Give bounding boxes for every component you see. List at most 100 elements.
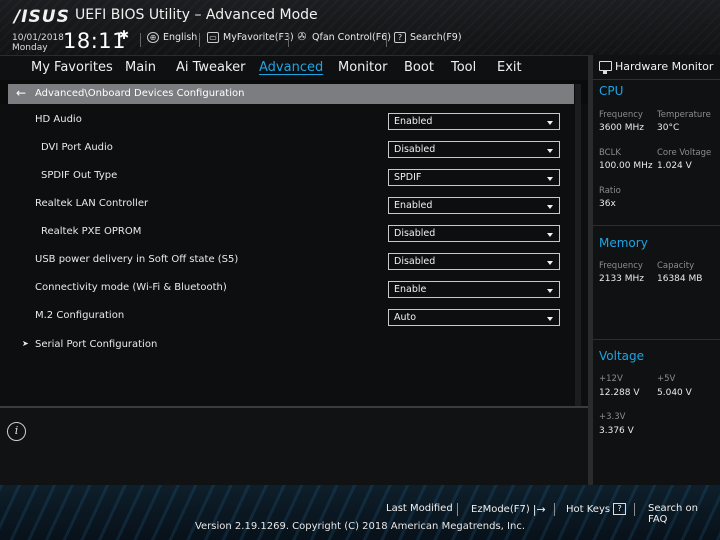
v12-label: +12V [599,374,623,384]
search-label: Search(F9) [410,32,462,43]
tab-boot[interactable]: Boot [404,60,434,75]
date-display: 10/01/2018 Monday [12,33,64,53]
myfavorite-button[interactable]: ▭ MyFavorite(F3) [207,32,294,43]
select-value: Auto [394,312,417,323]
m2-config-select[interactable]: Auto [388,309,560,326]
setting-label: HD Audio [35,114,82,125]
memory-heading: Memory [599,236,648,250]
info-icon: i [7,422,26,441]
top-bar: /ISUS UEFI BIOS Utility – Advanced Mode … [0,0,720,55]
exit-arrow-icon: |→ [532,503,546,516]
day-text: Monday [12,43,48,53]
select-value: SPDIF [394,172,422,183]
section-divider [593,339,720,340]
dropdown-caret-icon [547,317,553,321]
main-menu: My Favorites Main Ai Tweaker Advanced Mo… [0,55,588,80]
setting-row-dvi-port-audio: DVI Port Audio Disabled [0,137,588,161]
v33-value: 3.376 V [599,426,634,436]
v33-label: +3.3V [599,412,626,422]
tab-advanced[interactable]: Advanced [259,60,323,75]
ezmode-button[interactable]: EzMode(F7) |→ [471,503,546,516]
dropdown-caret-icon [547,261,553,265]
copyright-text: Version 2.19.1269. Copyright (C) 2018 Am… [194,521,526,532]
setting-row-realtek-lan: Realtek LAN Controller Enabled [0,193,588,217]
qfan-label: Qfan Control(F6) [312,32,391,43]
back-arrow-icon[interactable]: ← [16,86,26,100]
dropdown-caret-icon [547,205,553,209]
cpu-temperature-label: Temperature [657,110,711,120]
asus-logo: /ISUS [14,7,70,27]
help-panel: i [0,406,588,485]
memory-capacity-value: 16384 MB [657,274,703,284]
realtek-pxe-select[interactable]: Disabled [388,225,560,242]
breadcrumb[interactable]: ← Advanced\Onboard Devices Configuration [8,84,574,104]
ezmode-label: EzMode(F7) [471,504,530,515]
ratio-label: Ratio [599,186,621,196]
hd-audio-select[interactable]: Enabled [388,113,560,130]
bclk-label: BCLK [599,148,621,158]
core-voltage-label: Core Voltage [657,148,712,158]
tab-tool[interactable]: Tool [451,60,476,75]
dvi-port-audio-select[interactable]: Disabled [388,141,560,158]
tab-main[interactable]: Main [125,60,156,75]
setting-label: USB power delivery in Soft Off state (S5… [35,254,239,265]
setting-row-realtek-pxe: Realtek PXE OPROM Disabled [0,221,588,245]
app-title: UEFI BIOS Utility – Advanced Mode [75,7,318,23]
memory-capacity-label: Capacity [657,261,695,271]
usb-power-select[interactable]: Disabled [388,253,560,270]
scrollbar[interactable] [575,84,581,406]
setting-label: Realtek LAN Controller [35,198,149,209]
toolbar-separator [140,33,141,47]
tab-my-favorites[interactable]: My Favorites [31,60,113,75]
setting-row-spdif-out-type: SPDIF Out Type SPDIF [0,165,588,189]
monitor-icon [599,61,612,74]
spdif-out-type-select[interactable]: SPDIF [388,169,560,186]
section-divider [593,225,720,226]
select-value: Disabled [394,144,436,155]
setting-row-connectivity: Connectivity mode (Wi-Fi & Bluetooth) En… [0,277,588,301]
connectivity-select[interactable]: Enable [388,281,560,298]
clock-time[interactable]: 18:11 [63,29,126,53]
footer-bar: Last Modified EzMode(F7) |→ Hot Keys ? S… [0,485,720,540]
setting-label: Connectivity mode (Wi-Fi & Bluetooth) [35,282,227,293]
settings-gear-icon[interactable]: ✱ [119,28,129,42]
globe-icon: ⊕ [147,32,159,43]
hardware-monitor: Hardware Monitor CPU Frequency Temperatu… [593,55,720,485]
language-button[interactable]: ⊕ English [147,32,197,43]
core-voltage-value: 1.024 V [657,161,692,171]
tab-exit[interactable]: Exit [497,60,522,75]
v5-label: +5V [657,374,676,384]
dropdown-caret-icon [547,121,553,125]
dropdown-caret-icon [547,177,553,181]
select-value: Disabled [394,256,436,267]
realtek-lan-select[interactable]: Enabled [388,197,560,214]
submenu-arrow-icon: ➤ [22,339,29,348]
breadcrumb-text: Advanced\Onboard Devices Configuration [35,88,245,99]
last-modified-label: Last Modified [386,503,453,514]
select-value: Disabled [394,228,436,239]
cpu-temperature-value: 30°C [657,123,680,133]
myfavorite-label: MyFavorite(F3) [223,32,294,43]
setting-row-usb-power: USB power delivery in Soft Off state (S5… [0,249,588,273]
select-value: Enable [394,284,427,295]
date-text: 10/01/2018 [12,33,64,43]
qfan-button[interactable]: ✇ Qfan Control(F6) [296,30,391,43]
submenu-serial-port[interactable]: ➤ Serial Port Configuration [0,334,588,358]
v5-value: 5.040 V [657,388,692,398]
help-key-icon: ? [613,503,627,515]
last-modified-button[interactable]: Last Modified [386,503,453,514]
tab-ai-tweaker[interactable]: Ai Tweaker [176,60,245,75]
tab-monitor[interactable]: Monitor [338,60,387,75]
hotkeys-button[interactable]: Hot Keys ? [566,503,627,515]
footer-separator [554,503,555,516]
dropdown-caret-icon [547,149,553,153]
select-value: Enabled [394,116,433,127]
search-button[interactable]: ? Search(F9) [394,32,462,43]
setting-row-hd-audio: HD Audio Enabled [0,109,588,133]
footer-separator [634,503,635,516]
bclk-value: 100.00 MHz [599,161,653,171]
language-label: English [163,32,198,43]
setting-label: DVI Port Audio [41,142,113,153]
hardware-monitor-title: Hardware Monitor [615,60,714,73]
fan-icon: ✇ [297,30,307,43]
